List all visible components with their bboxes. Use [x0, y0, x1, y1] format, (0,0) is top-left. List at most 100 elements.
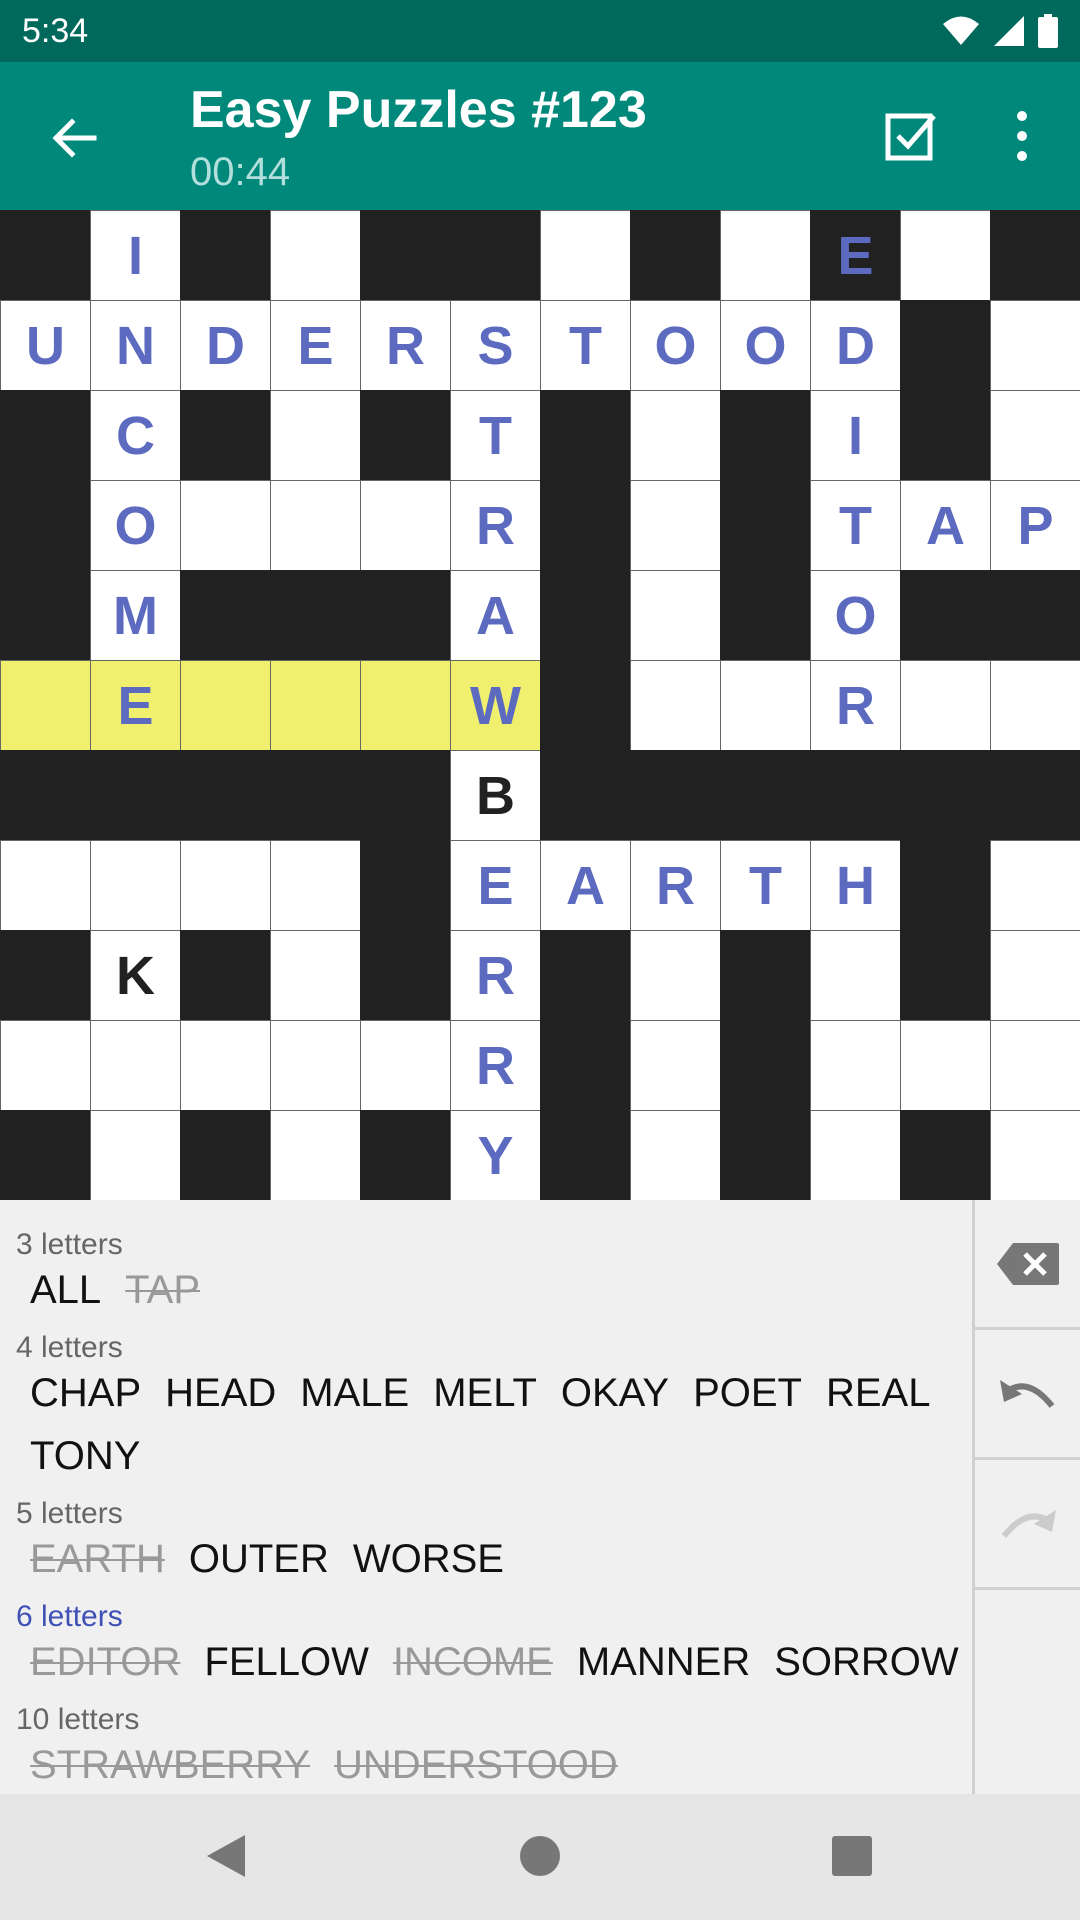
- grid-cell[interactable]: M: [90, 570, 181, 661]
- grid-cell[interactable]: [990, 1110, 1080, 1201]
- grid-cell[interactable]: [900, 660, 991, 751]
- grid-cell[interactable]: [630, 390, 721, 481]
- word-item[interactable]: CHAP: [30, 1371, 141, 1416]
- more-vertical-icon[interactable]: [1000, 108, 1044, 164]
- grid-cell[interactable]: H: [810, 840, 901, 931]
- grid-cell[interactable]: I: [90, 210, 181, 301]
- grid-cell[interactable]: R: [450, 480, 541, 571]
- grid-cell[interactable]: R: [360, 300, 451, 391]
- grid-cell[interactable]: R: [450, 930, 541, 1021]
- grid-cell[interactable]: [630, 1020, 721, 1111]
- grid-cell[interactable]: [720, 210, 811, 301]
- grid-cell[interactable]: [90, 840, 181, 931]
- grid-cell[interactable]: Y: [450, 1110, 541, 1201]
- grid-cell[interactable]: [900, 1020, 991, 1111]
- grid-cell[interactable]: [360, 480, 451, 571]
- check-box-icon[interactable]: [884, 108, 940, 164]
- grid-cell[interactable]: [630, 930, 721, 1021]
- word-item[interactable]: OKAY: [561, 1371, 669, 1416]
- nav-back-button[interactable]: [196, 1826, 256, 1886]
- grid-cell[interactable]: [0, 840, 91, 931]
- grid-cell[interactable]: A: [450, 570, 541, 661]
- grid-cell[interactable]: [270, 660, 361, 751]
- grid-cell[interactable]: T: [720, 840, 811, 931]
- grid-cell[interactable]: [540, 210, 631, 301]
- word-item[interactable]: OUTER: [189, 1537, 329, 1582]
- word-item[interactable]: TONY: [30, 1434, 140, 1479]
- grid-cell[interactable]: [180, 1020, 271, 1111]
- word-item[interactable]: MANNER: [577, 1640, 750, 1685]
- grid-cell[interactable]: E: [270, 300, 361, 391]
- grid-cell[interactable]: [90, 1110, 181, 1201]
- grid-cell[interactable]: O: [720, 300, 811, 391]
- grid-cell[interactable]: [270, 840, 361, 931]
- grid-cell[interactable]: [270, 1110, 361, 1201]
- grid-cell[interactable]: [270, 930, 361, 1021]
- undo-button[interactable]: [975, 1330, 1080, 1460]
- grid-cell[interactable]: O: [810, 570, 901, 661]
- grid-cell[interactable]: [900, 210, 991, 301]
- grid-cell[interactable]: W: [450, 660, 541, 751]
- word-item[interactable]: EARTH: [30, 1537, 165, 1582]
- grid-cell[interactable]: [0, 660, 91, 751]
- nav-recents-button[interactable]: [822, 1826, 882, 1886]
- grid-cell[interactable]: [180, 840, 271, 931]
- grid-cell[interactable]: [990, 930, 1080, 1021]
- grid-cell[interactable]: [270, 1020, 361, 1111]
- grid-cell[interactable]: O: [90, 480, 181, 571]
- redo-button[interactable]: [975, 1460, 1080, 1590]
- grid-cell[interactable]: [180, 480, 271, 571]
- grid-cell[interactable]: [270, 480, 361, 571]
- grid-cell[interactable]: C: [90, 390, 181, 481]
- grid-cell[interactable]: P: [990, 480, 1080, 571]
- grid-cell[interactable]: [0, 1020, 91, 1111]
- crossword-grid[interactable]: IEUNDERSTOODCTIORTAPMAOEWRBEARTHKRRY: [0, 210, 1080, 1201]
- word-item[interactable]: SORROW: [774, 1640, 958, 1685]
- grid-cell[interactable]: B: [450, 750, 541, 841]
- word-item[interactable]: REAL: [826, 1371, 931, 1416]
- grid-cell[interactable]: [810, 930, 901, 1021]
- grid-cell[interactable]: R: [630, 840, 721, 931]
- grid-cell[interactable]: [990, 840, 1080, 931]
- grid-cell[interactable]: K: [90, 930, 181, 1021]
- word-item[interactable]: INCOME: [393, 1640, 553, 1685]
- word-item[interactable]: POET: [693, 1371, 802, 1416]
- grid-cell[interactable]: E: [90, 660, 181, 751]
- grid-cell[interactable]: D: [180, 300, 271, 391]
- grid-cell[interactable]: T: [540, 300, 631, 391]
- word-item[interactable]: ALL: [30, 1268, 101, 1313]
- grid-cell[interactable]: A: [900, 480, 991, 571]
- grid-cell[interactable]: [630, 480, 721, 571]
- grid-cell[interactable]: D: [810, 300, 901, 391]
- grid-cell[interactable]: [180, 660, 271, 751]
- grid-cell[interactable]: T: [810, 480, 901, 571]
- grid-cell[interactable]: [630, 660, 721, 751]
- grid-cell[interactable]: [270, 210, 361, 301]
- grid-cell[interactable]: [990, 390, 1080, 481]
- word-item[interactable]: MALE: [300, 1371, 409, 1416]
- grid-cell[interactable]: O: [630, 300, 721, 391]
- word-item[interactable]: WORSE: [353, 1537, 504, 1582]
- grid-cell[interactable]: I: [810, 390, 901, 481]
- grid-cell[interactable]: [630, 1110, 721, 1201]
- nav-home-button[interactable]: [510, 1826, 570, 1886]
- grid-cell[interactable]: A: [540, 840, 631, 931]
- grid-cell[interactable]: [990, 300, 1080, 391]
- grid-cell[interactable]: [810, 1110, 901, 1201]
- backspace-button[interactable]: [975, 1200, 1080, 1330]
- grid-cell[interactable]: [990, 660, 1080, 751]
- grid-cell[interactable]: [360, 1020, 451, 1111]
- grid-cell[interactable]: R: [450, 1020, 541, 1111]
- grid-cell[interactable]: [810, 1020, 901, 1111]
- word-item[interactable]: MELT: [433, 1371, 537, 1416]
- grid-cell[interactable]: T: [450, 390, 541, 481]
- grid-cell[interactable]: E: [450, 840, 541, 931]
- word-item[interactable]: UNDERSTOOD: [334, 1743, 618, 1788]
- grid-cell[interactable]: [990, 1020, 1080, 1111]
- grid-cell[interactable]: R: [810, 660, 901, 751]
- grid-cell[interactable]: [720, 660, 811, 751]
- word-item[interactable]: TAP: [125, 1268, 200, 1313]
- word-item[interactable]: EDITOR: [30, 1640, 180, 1685]
- word-item[interactable]: STRAWBERRY: [30, 1743, 310, 1788]
- grid-cell[interactable]: [90, 1020, 181, 1111]
